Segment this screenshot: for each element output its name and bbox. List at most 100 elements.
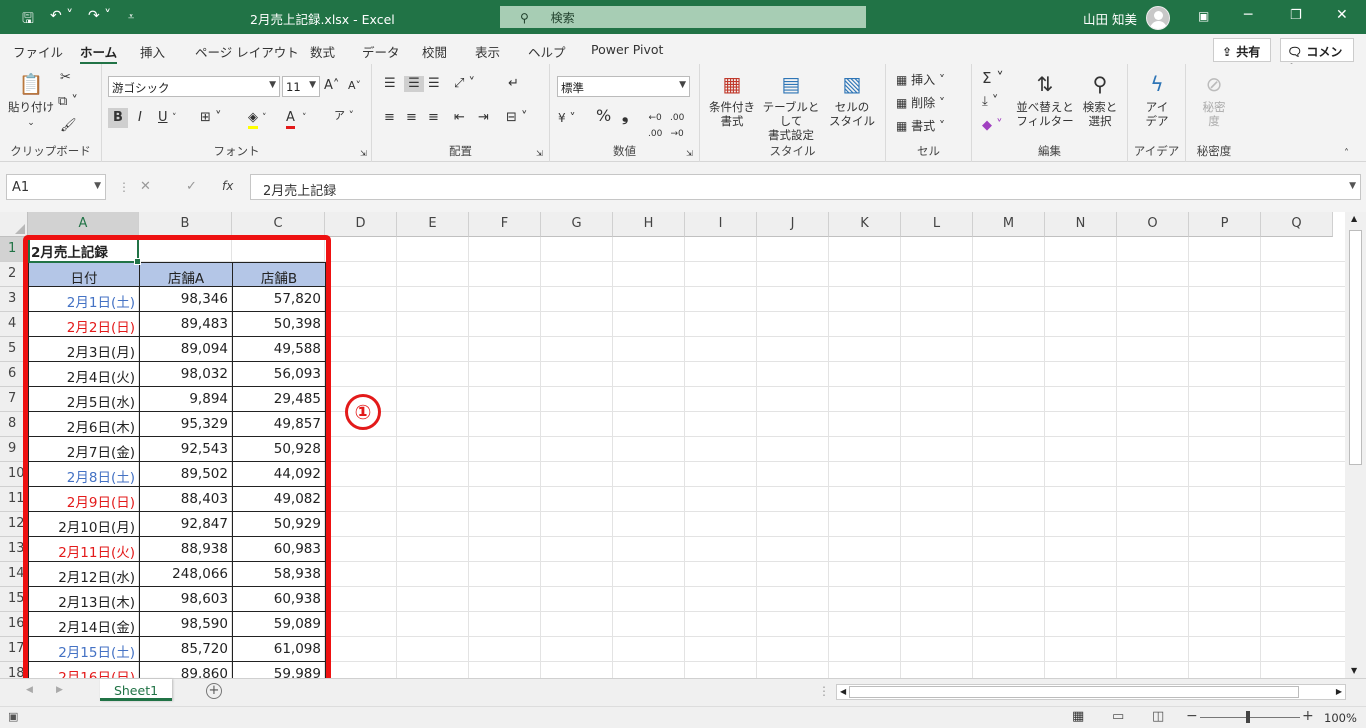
fill-color-icon[interactable]: ◈ <box>248 110 258 129</box>
column-header-c[interactable]: C <box>232 212 325 237</box>
tab-power-pivot[interactable]: Power Pivot <box>591 42 663 57</box>
underline-button[interactable]: U <box>158 110 168 126</box>
avatar[interactable] <box>1146 6 1170 30</box>
zoom-slider[interactable] <box>1200 717 1300 718</box>
grow-font-icon[interactable]: A˄ <box>324 78 339 94</box>
column-header-d[interactable]: D <box>325 212 397 237</box>
cancel-icon[interactable]: ✕ <box>140 179 151 194</box>
chevron-down-icon[interactable]: ˅ <box>302 110 307 126</box>
customize-qat-icon[interactable]: ⩡ <box>128 10 134 24</box>
vertical-scroll-thumb[interactable] <box>1349 230 1362 465</box>
name-box[interactable]: A1 ▼ <box>6 174 106 200</box>
redo-icon[interactable]: ↷ ˅ <box>88 8 111 24</box>
font-name-dropdown[interactable]: 游ゴシック ▼ <box>108 76 280 97</box>
column-header-a[interactable]: A <box>28 212 139 237</box>
comma-style-icon[interactable]: ❟ <box>622 108 628 124</box>
delete-cells-button[interactable]: ▦ 削除 ˅ <box>896 95 945 111</box>
align-bottom-icon[interactable]: ☰ <box>428 76 440 92</box>
tab-view[interactable]: 表示 <box>475 42 500 61</box>
find-select-button[interactable]: ⚲ 検索と 選択 <box>1076 70 1124 128</box>
column-header-f[interactable]: F <box>469 212 541 237</box>
format-as-table-button[interactable]: ▤ テーブルとして 書式設定 <box>758 70 824 142</box>
formula-input[interactable]: 2月売上記録 ▼ <box>250 174 1361 200</box>
splitter-handle-icon[interactable]: ⋮ <box>818 684 830 698</box>
normal-view-icon[interactable]: ▦ <box>1072 709 1084 724</box>
column-header-o[interactable]: O <box>1117 212 1189 237</box>
horizontal-scroll-thumb[interactable] <box>849 686 1299 698</box>
prev-sheet-icon[interactable]: ◀ <box>26 685 33 695</box>
ribbon-display-icon[interactable]: ▣ <box>1198 9 1209 23</box>
align-top-icon[interactable]: ☰ <box>384 76 396 92</box>
page-layout-view-icon[interactable]: ▭ <box>1112 709 1124 724</box>
zoom-slider-thumb[interactable] <box>1246 711 1250 723</box>
decrease-indent-icon[interactable]: ⇤ <box>454 110 465 126</box>
sensitivity-button[interactable]: ⊘ 秘密 度 <box>1192 70 1236 128</box>
scroll-right-icon[interactable]: ▶ <box>1336 687 1342 696</box>
search-box[interactable]: ⚲ 検索 <box>500 6 866 28</box>
increase-decimal-icon[interactable]: ←0.00 <box>648 110 662 142</box>
restore-icon[interactable]: ❐ <box>1290 8 1302 23</box>
increase-indent-icon[interactable]: ⇥ <box>478 110 489 126</box>
shrink-font-icon[interactable]: A˅ <box>348 78 361 94</box>
column-header-n[interactable]: N <box>1045 212 1117 237</box>
italic-button[interactable]: I <box>138 110 142 126</box>
format-painter-icon[interactable]: 🖌 <box>60 118 77 134</box>
chevron-down-icon[interactable]: ˅ <box>262 110 267 126</box>
column-header-e[interactable]: E <box>397 212 469 237</box>
scroll-up-icon[interactable]: ▲ <box>1351 214 1357 223</box>
share-button[interactable]: ⇪ 共有 <box>1213 38 1271 62</box>
page-break-view-icon[interactable]: ◫ <box>1152 709 1164 724</box>
chevron-down-icon[interactable]: ˅ <box>172 110 177 126</box>
column-header-p[interactable]: P <box>1189 212 1261 237</box>
cut-icon[interactable]: ✂ <box>60 70 71 86</box>
align-middle-icon[interactable]: ☰ <box>404 76 424 92</box>
sort-filter-button[interactable]: ⇅ 並べ替えと フィルター <box>1016 70 1074 128</box>
zoom-level[interactable]: 100% <box>1324 711 1357 725</box>
scroll-down-icon[interactable]: ▼ <box>1351 666 1357 675</box>
copy-icon[interactable]: ⧉ ˅ <box>58 94 78 110</box>
align-center-icon[interactable]: ≡ <box>406 110 417 126</box>
bold-button[interactable]: B <box>108 108 128 128</box>
select-all-button[interactable] <box>0 212 28 237</box>
tab-formulas[interactable]: 数式 <box>310 42 335 61</box>
fill-icon[interactable]: ⤓ ˅ <box>982 94 998 110</box>
tab-review[interactable]: 校閲 <box>422 42 447 61</box>
tab-data[interactable]: データ <box>362 42 400 61</box>
undo-icon[interactable]: ↶ ˅ <box>50 8 73 24</box>
column-header-h[interactable]: H <box>613 212 685 237</box>
align-right-icon[interactable]: ≡ <box>428 110 439 126</box>
wrap-text-icon[interactable]: ↵ <box>508 76 519 92</box>
dialog-launcher-icon[interactable]: ⇲ <box>360 146 367 162</box>
paste-button[interactable]: 📋 貼り付け ⌄ <box>6 70 56 130</box>
tab-home[interactable]: ホーム <box>80 42 118 65</box>
user-name[interactable]: 山田 知美 <box>1083 9 1137 28</box>
ideas-button[interactable]: ϟ アイ デア <box>1134 70 1180 128</box>
font-size-dropdown[interactable]: 11 ▼ <box>282 76 320 97</box>
collapse-ribbon-icon[interactable]: ˄ <box>1344 146 1349 162</box>
dialog-launcher-icon[interactable]: ⇲ <box>686 146 693 162</box>
cell-styles-button[interactable]: ▧ セルの スタイル <box>826 70 878 128</box>
worksheet-grid[interactable]: ABCDEFGHIJKLMNOPQ 1 2 3 4 5 6 7 8 9 10 11 12 13 14 15 1… <box>0 212 1345 678</box>
conditional-formatting-button[interactable]: ▦ 条件付き 書式 <box>706 70 758 128</box>
column-header-g[interactable]: G <box>541 212 613 237</box>
column-header-l[interactable]: L <box>901 212 973 237</box>
clear-icon[interactable]: ◆ ˅ <box>982 118 1003 134</box>
save-icon[interactable]: 🖫 <box>22 8 34 32</box>
minimize-icon[interactable]: ─ <box>1244 7 1252 23</box>
decrease-decimal-icon[interactable]: .00 →0 <box>670 110 684 142</box>
border-icon[interactable]: ⊞ ˅ <box>200 110 222 126</box>
column-header-q[interactable]: Q <box>1261 212 1333 237</box>
currency-icon[interactable]: ¥ ˅ <box>558 110 575 126</box>
insert-function-icon[interactable]: fx <box>222 179 233 193</box>
number-format-dropdown[interactable]: 標準 ▼ <box>557 76 690 97</box>
column-header-b[interactable]: B <box>139 212 232 237</box>
orientation-icon[interactable]: ⤢ ˅ <box>454 76 475 92</box>
zoom-in-icon[interactable]: + <box>1302 708 1314 724</box>
horizontal-scrollbar[interactable]: ◀ ▶ <box>836 684 1346 700</box>
tab-page-layout[interactable]: ページ レイアウト <box>195 42 299 61</box>
vertical-scrollbar[interactable]: ▲ ▼ <box>1345 212 1366 678</box>
dialog-launcher-icon[interactable]: ⇲ <box>536 146 543 162</box>
percent-button[interactable]: % <box>596 108 611 124</box>
column-header-j[interactable]: J <box>757 212 829 237</box>
scroll-left-icon[interactable]: ◀ <box>840 687 846 696</box>
